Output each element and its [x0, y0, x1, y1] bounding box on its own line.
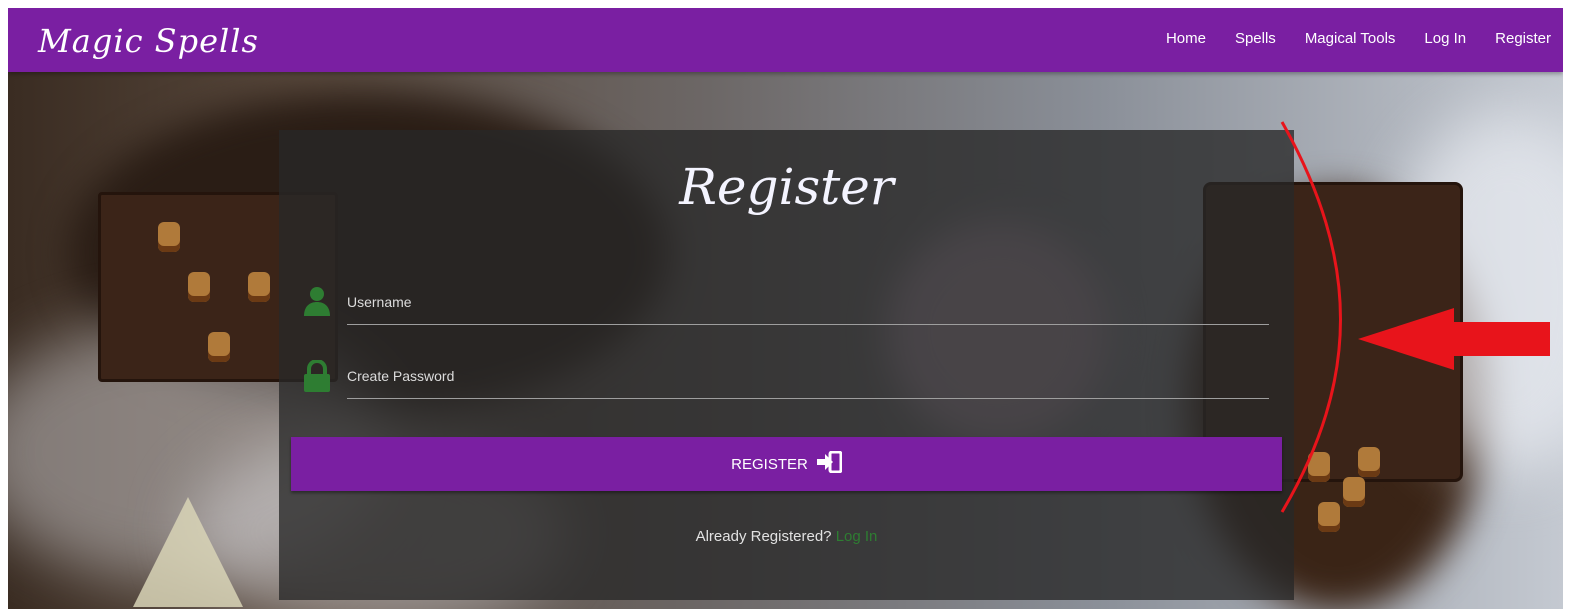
sign-in-icon [816, 450, 843, 477]
user-icon [302, 286, 332, 316]
login-link[interactable]: Log In [836, 528, 878, 545]
nav-menu: Home Spells Magical Tools Log In Registe… [1166, 30, 1551, 47]
nav-log-in[interactable]: Log In [1424, 30, 1466, 47]
page-title: Register [679, 158, 894, 216]
username-field[interactable]: Username [299, 280, 1274, 330]
password-field[interactable]: Create Password [299, 354, 1274, 404]
register-button[interactable]: REGISTER [291, 437, 1282, 491]
browser-viewport: Magic Spells Home Spells Magical Tools L… [8, 8, 1563, 609]
already-registered-text: Already Registered? [695, 528, 832, 545]
register-card: Register Username Create Password REGIST… [279, 130, 1294, 600]
username-underline [347, 324, 1269, 325]
brand-logo[interactable]: Magic Spells [38, 22, 259, 60]
nav-register[interactable]: Register [1495, 30, 1551, 47]
username-label: Username [347, 294, 412, 310]
password-label: Create Password [347, 368, 455, 384]
nav-spells[interactable]: Spells [1235, 30, 1276, 47]
top-navbar: Magic Spells Home Spells Magical Tools L… [8, 8, 1563, 72]
register-button-label: REGISTER [731, 455, 808, 473]
nav-magical-tools[interactable]: Magical Tools [1305, 30, 1396, 47]
nav-home[interactable]: Home [1166, 30, 1206, 47]
password-underline [347, 398, 1269, 399]
already-registered: Already Registered? Log In [279, 528, 1294, 545]
lock-icon [302, 358, 332, 392]
